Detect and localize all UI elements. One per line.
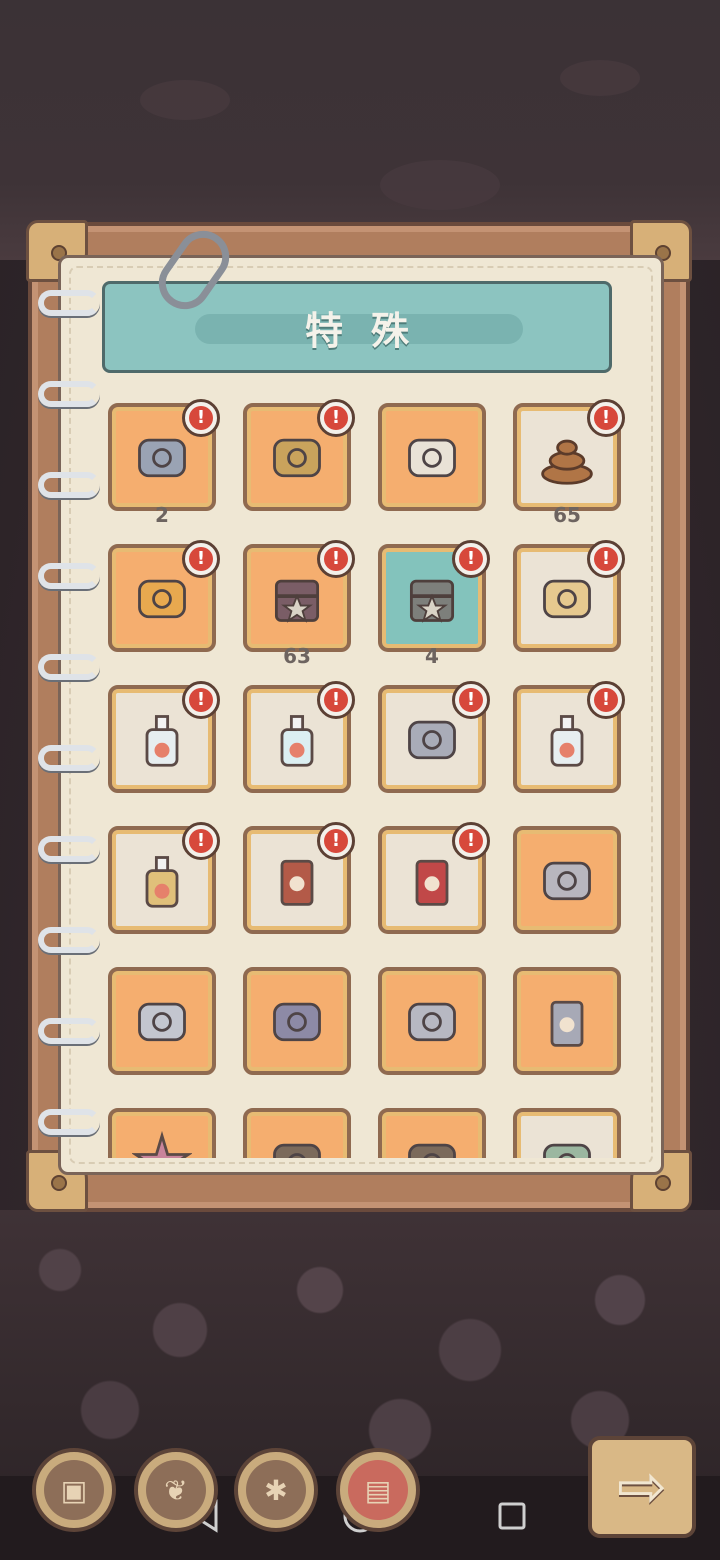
bone-stick-icon <box>402 1132 462 1158</box>
alert-badge-icon: ! <box>587 399 625 437</box>
spring-coil-icon <box>537 1132 597 1158</box>
alert-badge-icon: ! <box>182 822 220 860</box>
item-slot[interactable]: ! <box>378 822 490 934</box>
item-count: 2 <box>155 503 169 527</box>
metal-brick-icon <box>402 709 462 769</box>
alert-badge-icon: ! <box>317 681 355 719</box>
item-grid: ! 2!! 65!! 63! 4!!!!!!!! <box>100 395 640 1158</box>
spiral-ring <box>38 472 100 498</box>
log-branch-icon <box>267 427 327 487</box>
metal-block-icon <box>402 991 462 1051</box>
spiral-ring <box>38 563 100 589</box>
item-slot[interactable]: ! <box>243 822 355 934</box>
alert-badge-icon: ! <box>587 540 625 578</box>
soap-bottle-blue-icon <box>267 709 327 769</box>
item-count: 4 <box>425 644 439 668</box>
glue-bottle-icon <box>132 850 192 910</box>
item-slot[interactable] <box>378 967 486 1075</box>
arrow-right-icon: ⇨ <box>616 1452 668 1522</box>
stacked-parts-icon <box>537 850 597 910</box>
next-page-button[interactable]: ⇨ <box>588 1436 696 1538</box>
item-slot[interactable]: ! <box>378 540 490 652</box>
item-slot[interactable]: ! <box>108 681 220 793</box>
spiral-ring <box>38 290 100 316</box>
item-slot[interactable]: ! <box>108 822 220 934</box>
item-slot[interactable]: ! <box>513 681 625 793</box>
golden-medal-icon <box>132 568 192 628</box>
treasure-chest-icon: ▤ <box>348 1460 408 1520</box>
backpack-icon: ▣ <box>44 1460 104 1520</box>
soap-bottle-icon <box>132 709 192 769</box>
alert-badge-icon: ! <box>182 540 220 578</box>
item-slot[interactable]: ! <box>513 399 625 511</box>
item-slot[interactable] <box>513 826 621 934</box>
background-cave-top <box>0 0 720 260</box>
item-slot[interactable]: ! <box>378 681 490 793</box>
spiral-ring <box>38 745 100 771</box>
spiral-ring <box>38 381 100 407</box>
treasure-chest-button[interactable]: ▤ <box>336 1448 420 1532</box>
item-slot[interactable]: ! <box>243 681 355 793</box>
item-slot[interactable] <box>378 403 486 511</box>
alert-badge-icon: ! <box>317 540 355 578</box>
soap-bottle-red-icon <box>537 709 597 769</box>
alert-badge-icon: ! <box>182 681 220 719</box>
item-slot[interactable]: ! <box>513 540 625 652</box>
item-slot[interactable] <box>378 1108 486 1158</box>
alert-badge-icon: ! <box>452 540 490 578</box>
tag-note-icon <box>402 427 462 487</box>
battery-icon <box>267 991 327 1051</box>
item-slot[interactable]: ! <box>108 540 220 652</box>
paint-can-icon <box>267 850 327 910</box>
item-slot[interactable]: ! <box>243 399 355 511</box>
spiral-ring <box>38 836 100 862</box>
item-slot[interactable]: ! <box>243 540 355 652</box>
herb-branch-button[interactable]: ❦ <box>134 1448 218 1532</box>
item-slot[interactable]: ! <box>108 399 220 511</box>
item-count: 65 <box>553 503 581 527</box>
gear-parts-icon: ✱ <box>246 1460 306 1520</box>
stone-ore-icon <box>132 427 192 487</box>
alert-badge-icon: ! <box>317 822 355 860</box>
bone-stick-icon <box>267 1132 327 1158</box>
starfish-icon <box>132 1130 192 1158</box>
spiral-ring <box>38 927 100 953</box>
locked-chest-icon <box>267 568 327 628</box>
dung-pile-icon <box>537 427 597 487</box>
item-slot[interactable] <box>108 1108 216 1158</box>
item-slot[interactable] <box>243 967 351 1075</box>
item-slot[interactable] <box>513 967 621 1075</box>
star-chest-icon <box>402 568 462 628</box>
item-slot[interactable] <box>513 1108 621 1158</box>
alert-badge-icon: ! <box>452 822 490 860</box>
scroll-map-icon <box>537 568 597 628</box>
alert-badge-icon: ! <box>182 399 220 437</box>
alert-badge-icon: ! <box>587 681 625 719</box>
red-can-icon <box>402 850 462 910</box>
herb-branch-icon: ❦ <box>146 1460 206 1520</box>
metal-clamp-icon <box>132 991 192 1051</box>
backpack-button[interactable]: ▣ <box>32 1448 116 1532</box>
spiral-ring <box>38 1109 100 1135</box>
spiral-ring <box>38 1018 100 1044</box>
gear-parts-button[interactable]: ✱ <box>234 1448 318 1532</box>
item-count: 63 <box>283 644 311 668</box>
spiral-ring <box>38 654 100 680</box>
cannon-part-icon <box>537 991 597 1051</box>
alert-badge-icon: ! <box>452 681 490 719</box>
item-slot[interactable] <box>108 967 216 1075</box>
recents-nav-icon[interactable] <box>492 1496 532 1536</box>
item-slot[interactable] <box>243 1108 351 1158</box>
alert-badge-icon: ! <box>317 399 355 437</box>
